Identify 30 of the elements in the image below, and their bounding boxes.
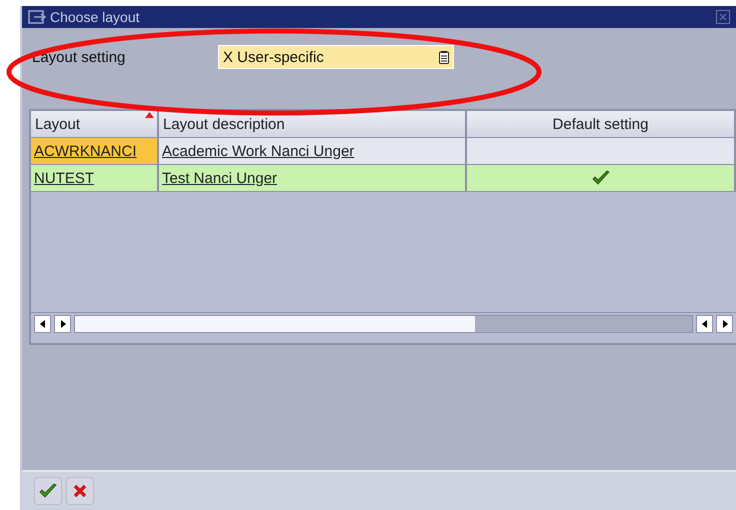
table-cell[interactable]: NUTEST	[31, 165, 159, 192]
left-arrow-icon	[700, 320, 708, 328]
scroll-right-button[interactable]	[716, 315, 733, 333]
left-arrow-icon	[38, 320, 46, 328]
description-link[interactable]: Academic Work Nanci Unger	[162, 142, 354, 160]
layout-link[interactable]: ACWRKNANCI	[34, 142, 137, 160]
table-cell[interactable]: ACWRKNANCI	[31, 138, 159, 165]
checkmark-icon	[38, 483, 58, 499]
scrollbar-track[interactable]	[74, 315, 693, 333]
window-icon	[28, 10, 46, 24]
table-cell[interactable]: Academic Work Nanci Unger	[159, 138, 467, 165]
scrollbar-thumb[interactable]	[75, 316, 475, 332]
scroll-left-button[interactable]	[696, 315, 713, 333]
right-arrow-icon	[720, 320, 728, 328]
cancel-button[interactable]	[66, 477, 94, 505]
column-header[interactable]: Layout	[31, 111, 159, 138]
confirm-button[interactable]	[34, 477, 62, 505]
layout-link[interactable]: NUTEST	[34, 170, 94, 186]
dropdown-icon	[439, 50, 449, 64]
table-cell[interactable]: Test Nanci Unger	[159, 165, 467, 192]
window-title: Choose layout	[50, 9, 141, 25]
column-header[interactable]: Layout description	[159, 111, 467, 138]
layout-setting-field[interactable]: X User-specific	[218, 45, 454, 69]
column-header[interactable]: Default setting	[467, 111, 736, 138]
close-icon	[72, 483, 88, 499]
close-icon[interactable]	[716, 10, 730, 24]
scroll-right-button[interactable]	[54, 315, 71, 333]
description-link[interactable]: Test Nanci Unger	[162, 170, 278, 186]
right-arrow-icon	[58, 320, 66, 328]
scroll-left-button[interactable]	[34, 315, 51, 333]
